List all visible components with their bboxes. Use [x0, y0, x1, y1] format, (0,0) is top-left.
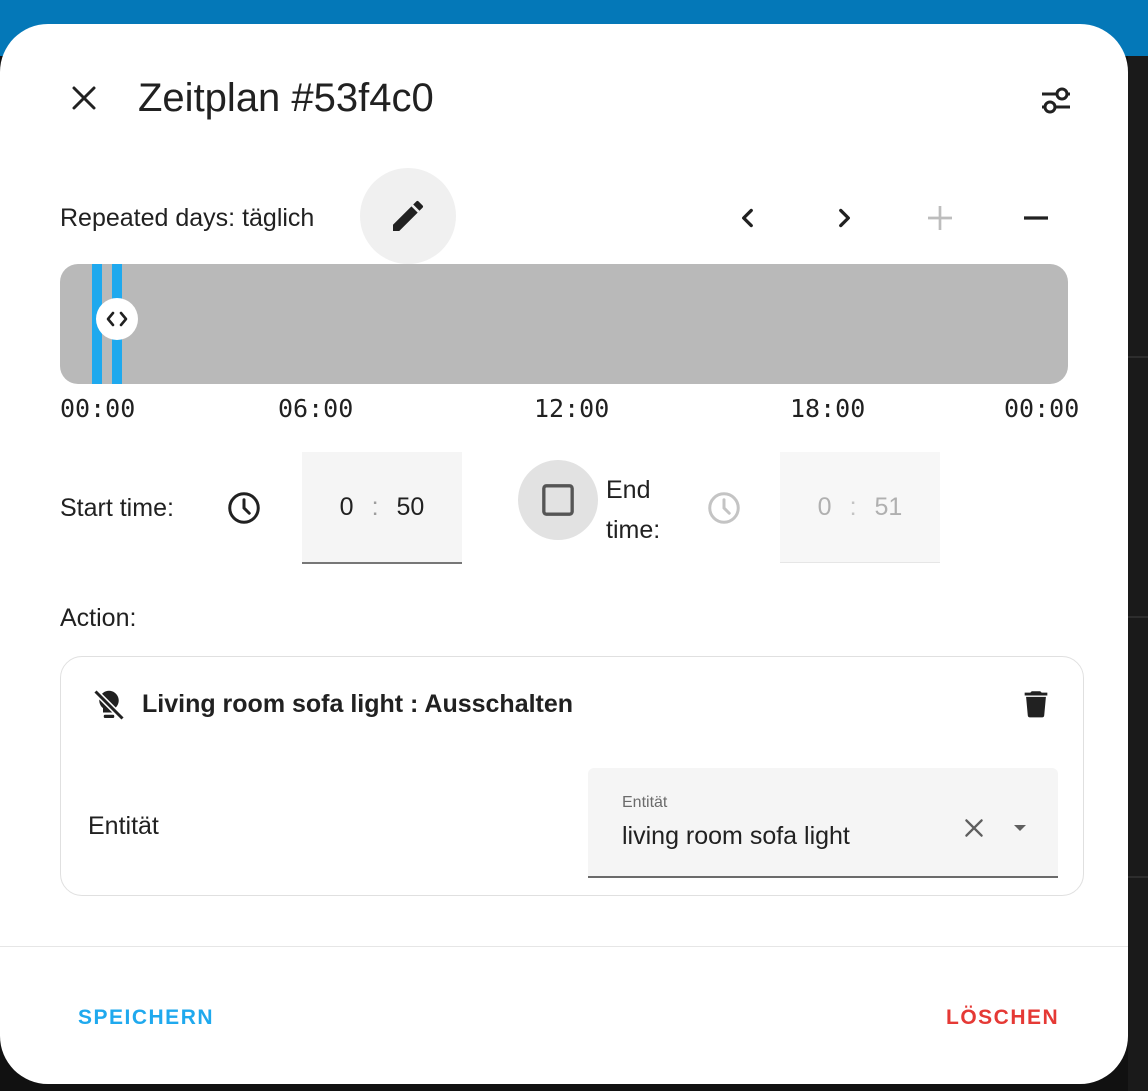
time-separator: : [371, 492, 379, 521]
clock-icon [702, 486, 746, 530]
entity-row-label: Entität [88, 812, 159, 840]
tune-icon [1042, 87, 1070, 114]
previous-slot-button[interactable] [724, 194, 772, 242]
clock-icon [222, 486, 266, 530]
end-time-label: End time: [606, 470, 660, 550]
action-title: Living room sofa light : Ausschalten [142, 690, 574, 718]
timeline-tick-label: 00:00 [60, 394, 136, 423]
dialog-title: Zeitplan #53f4c0 [138, 76, 434, 120]
repeated-days-label: Repeated days: täglich [60, 204, 315, 232]
delete-action-button[interactable] [1012, 680, 1060, 728]
start-time-label: Start time: [60, 494, 174, 522]
end-time-checkbox[interactable] [518, 460, 598, 540]
next-slot-button[interactable] [820, 194, 868, 242]
entity-field-label: Entität [622, 794, 668, 811]
entity-value[interactable]: living room sofa light [622, 822, 850, 851]
end-time-label-line2: time: [606, 516, 661, 544]
schedule-dialog: Zeitplan #53f4c0 Repeated days: täglich … [0, 24, 1128, 1084]
save-button[interactable]: SPEICHERN [78, 998, 214, 1038]
end-minutes-value: 51 [874, 492, 903, 521]
resize-horizontal-icon [106, 311, 128, 327]
clear-entity-button[interactable] [952, 806, 996, 850]
delete-button[interactable]: LÖSCHEN [946, 998, 1059, 1038]
start-minutes-value[interactable]: 50 [397, 493, 425, 522]
plus-icon [928, 206, 952, 230]
lightbulb-off-icon [88, 684, 130, 726]
minus-icon [1024, 216, 1048, 220]
time-separator: : [849, 492, 857, 521]
edit-days-button[interactable] [360, 168, 456, 264]
trash-icon [1024, 691, 1048, 718]
action-label: Action: [60, 604, 137, 632]
pencil-icon [393, 200, 424, 231]
background-page [1128, 56, 1148, 1091]
close-icon [72, 86, 96, 110]
timeline-tick-label: 12:00 [534, 394, 610, 423]
entity-dropdown-button[interactable] [998, 806, 1042, 850]
end-time-label-line1: End [606, 476, 651, 504]
end-hours-value: 0 [817, 492, 832, 521]
checkbox-blank-icon [542, 484, 574, 516]
footer-divider [0, 946, 1128, 947]
options-button[interactable] [1030, 74, 1082, 126]
slot-resize-handle[interactable] [96, 298, 138, 340]
chevron-right-icon [839, 208, 850, 228]
schedule-timeline[interactable] [60, 264, 1068, 384]
timeline-tick-label: 06:00 [278, 394, 354, 423]
close-button[interactable] [60, 74, 108, 122]
timeline-tick-label: 18:00 [790, 394, 866, 423]
close-icon [965, 819, 983, 837]
timeline-tick-label: 00:00 [1004, 394, 1080, 423]
menu-down-icon [1014, 825, 1026, 831]
remove-slot-button[interactable] [1012, 194, 1060, 242]
end-time-input: 0 : 51 [780, 452, 940, 563]
start-time-input[interactable]: 0 : 50 [302, 452, 462, 564]
entity-select[interactable]: Entität living room sofa light [588, 768, 1058, 878]
add-slot-button[interactable] [916, 194, 964, 242]
start-hours-value[interactable]: 0 [340, 493, 354, 522]
chevron-left-icon [742, 208, 753, 228]
